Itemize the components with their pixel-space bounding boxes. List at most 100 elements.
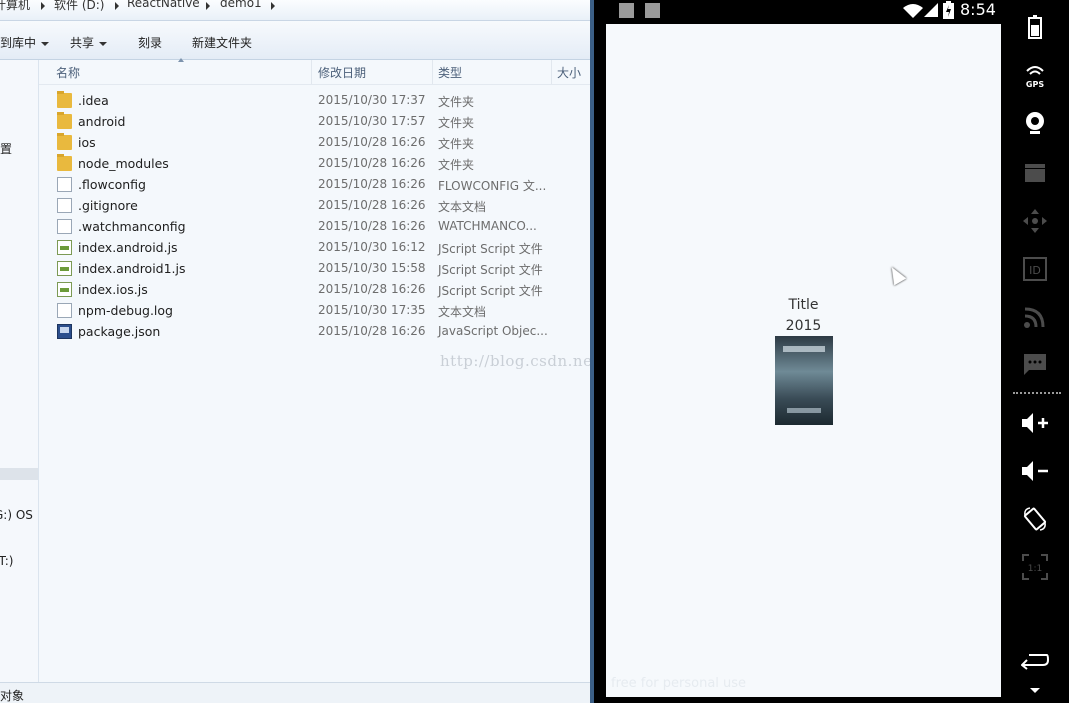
file-name[interactable]: node_modules	[78, 156, 169, 171]
file-type: 文件夹	[438, 158, 475, 172]
file-date: 2015/10/28 16:26	[318, 198, 426, 212]
folder-icon	[57, 133, 72, 150]
video-icon[interactable]	[1001, 156, 1069, 190]
movie-year: 2015	[785, 318, 822, 334]
breadcrumb-separator-icon[interactable]	[271, 2, 275, 10]
file-type: WATCHMANCO...	[438, 219, 537, 233]
include-in-library-button[interactable]: 包含到库中	[0, 34, 50, 51]
file-name[interactable]: android	[78, 114, 125, 129]
navigation-pane: 设置 ) G:) OS (T:)	[0, 60, 39, 682]
volume-up-icon[interactable]	[1001, 406, 1069, 440]
dpad-icon[interactable]	[1001, 204, 1069, 238]
file-name[interactable]: ios	[78, 135, 96, 150]
nav-item-settings[interactable]: 设置	[0, 140, 12, 157]
column-divider[interactable]	[551, 60, 552, 84]
breadcrumb-separator-icon[interactable]	[115, 2, 119, 10]
json-file-icon	[57, 324, 72, 339]
android-app-screen[interactable]: Title 2015 free for personal use	[606, 24, 1001, 697]
file-name[interactable]: package.json	[78, 324, 160, 339]
file-row[interactable]: package.json 2015/10/28 16:26 JavaScript O…	[39, 321, 590, 342]
file-row[interactable]: index.android1.js 2015/10/30 15:58 JScript…	[39, 258, 590, 279]
burn-button[interactable]: 刻录	[138, 34, 162, 51]
status-clock: 8:54	[960, 0, 996, 19]
file-date: 2015/10/28 16:26	[318, 324, 426, 338]
nav-item-t-drive[interactable]: (T:)	[0, 554, 13, 568]
file-row[interactable]: android 2015/10/30 17:57 文件夹	[39, 111, 590, 132]
new-folder-button[interactable]: 新建文件夹	[192, 34, 252, 51]
command-toolbar: 包含到库中 共享 刻录 新建文件夹	[0, 21, 590, 60]
document-icon	[57, 198, 72, 213]
battery-icon[interactable]	[1001, 10, 1069, 44]
more-icon[interactable]	[1001, 677, 1069, 703]
nav-scroll-indicator[interactable]	[0, 468, 38, 480]
file-row[interactable]: .watchmanconfig 2015/10/28 16:26 WATCHMANC…	[39, 216, 590, 237]
file-name[interactable]: index.android1.js	[78, 261, 186, 276]
breadcrumb-computer[interactable]: 计算机	[0, 0, 30, 13]
sidebar-divider	[1013, 392, 1061, 394]
gps-icon[interactable]: GPS	[1001, 58, 1069, 92]
back-icon[interactable]	[1001, 643, 1069, 677]
file-row[interactable]: .idea 2015/10/30 17:37 文件夹	[39, 90, 590, 111]
rotate-icon[interactable]	[1001, 502, 1069, 536]
column-divider[interactable]	[432, 60, 433, 84]
address-bar[interactable]: 计算机 软件 (D:) ReactNative demo1	[0, 0, 590, 21]
file-row[interactable]: index.ios.js 2015/10/28 16:26 JScript Scri…	[39, 279, 590, 300]
file-row[interactable]: npm-debug.log 2015/10/30 17:35 文本文档	[39, 300, 590, 321]
blog-watermark: http://blog.csdn.net/	[440, 352, 590, 370]
breadcrumb-reactnative[interactable]: ReactNative	[127, 0, 200, 10]
file-row[interactable]: ios 2015/10/28 16:26 文件夹	[39, 132, 590, 153]
notification-debug-icon	[619, 3, 634, 18]
file-name[interactable]: index.ios.js	[78, 282, 148, 297]
file-name[interactable]: .watchmanconfig	[78, 219, 186, 234]
column-header-size[interactable]: 大小	[557, 64, 581, 81]
file-name[interactable]: .gitignore	[78, 198, 138, 213]
volume-down-icon[interactable]	[1001, 454, 1069, 488]
column-divider[interactable]	[311, 60, 312, 84]
file-type: 文件夹	[438, 137, 475, 151]
folder-icon	[57, 112, 72, 129]
file-date: 2015/10/30 16:12	[318, 240, 426, 254]
script-file-icon	[57, 240, 72, 255]
file-name[interactable]: index.android.js	[78, 240, 178, 255]
svg-text:1:1: 1:1	[1028, 564, 1042, 574]
status-text: 对象	[0, 689, 25, 703]
emulator-control-sidebar: GPS ID 1:1	[1001, 0, 1069, 703]
file-date: 2015/10/28 16:26	[318, 219, 426, 233]
file-type: JScript Script 文件	[438, 242, 543, 256]
file-name[interactable]: .idea	[78, 93, 109, 108]
battery-charging-icon	[943, 1, 954, 19]
id-icon[interactable]: ID	[1001, 252, 1069, 286]
file-name[interactable]: npm-debug.log	[78, 303, 173, 318]
script-file-icon	[57, 282, 72, 297]
file-type: JScript Script 文件	[438, 263, 543, 277]
breadcrumb-separator-icon[interactable]	[41, 2, 45, 10]
file-date: 2015/10/28 16:26	[318, 282, 426, 296]
breadcrumb-drive[interactable]: 软件 (D:)	[54, 0, 104, 13]
scale-icon[interactable]: 1:1	[1001, 550, 1069, 584]
camera-icon[interactable]	[1001, 106, 1069, 140]
sms-icon[interactable]	[1001, 348, 1069, 382]
file-row[interactable]: .flowconfig 2015/10/28 16:26 FLOWCONFIG 文.…	[39, 174, 590, 195]
nav-item-os-drive[interactable]: G:) OS	[0, 508, 33, 522]
file-date: 2015/10/28 16:26	[318, 135, 426, 149]
column-header-row: 名称 修改日期 类型 大小	[39, 60, 590, 85]
file-row[interactable]: node_modules 2015/10/28 16:26 文件夹	[39, 153, 590, 174]
file-type: JScript Script 文件	[438, 284, 543, 298]
file-date: 2015/10/28 16:26	[318, 156, 426, 170]
chevron-down-icon	[41, 41, 50, 46]
free-for-personal-use-watermark: free for personal use	[611, 676, 747, 691]
file-name[interactable]: .flowconfig	[78, 177, 146, 192]
file-row[interactable]: index.android.js 2015/10/30 16:12 JScript …	[39, 237, 590, 258]
signal-icon	[924, 3, 938, 17]
chevron-down-icon	[99, 41, 108, 46]
file-date: 2015/10/30 17:35	[318, 303, 426, 317]
column-header-type[interactable]: 类型	[438, 64, 462, 81]
file-row[interactable]: .gitignore 2015/10/28 16:26 文本文档	[39, 195, 590, 216]
share-button[interactable]: 共享	[70, 34, 108, 51]
column-header-name[interactable]: 名称	[56, 64, 80, 81]
breadcrumb-separator-icon[interactable]	[206, 2, 210, 10]
rss-icon[interactable]	[1001, 300, 1069, 334]
column-header-date[interactable]: 修改日期	[318, 64, 366, 81]
breadcrumb-demo1[interactable]: demo1	[220, 0, 262, 10]
file-date: 2015/10/30 17:37	[318, 93, 426, 107]
